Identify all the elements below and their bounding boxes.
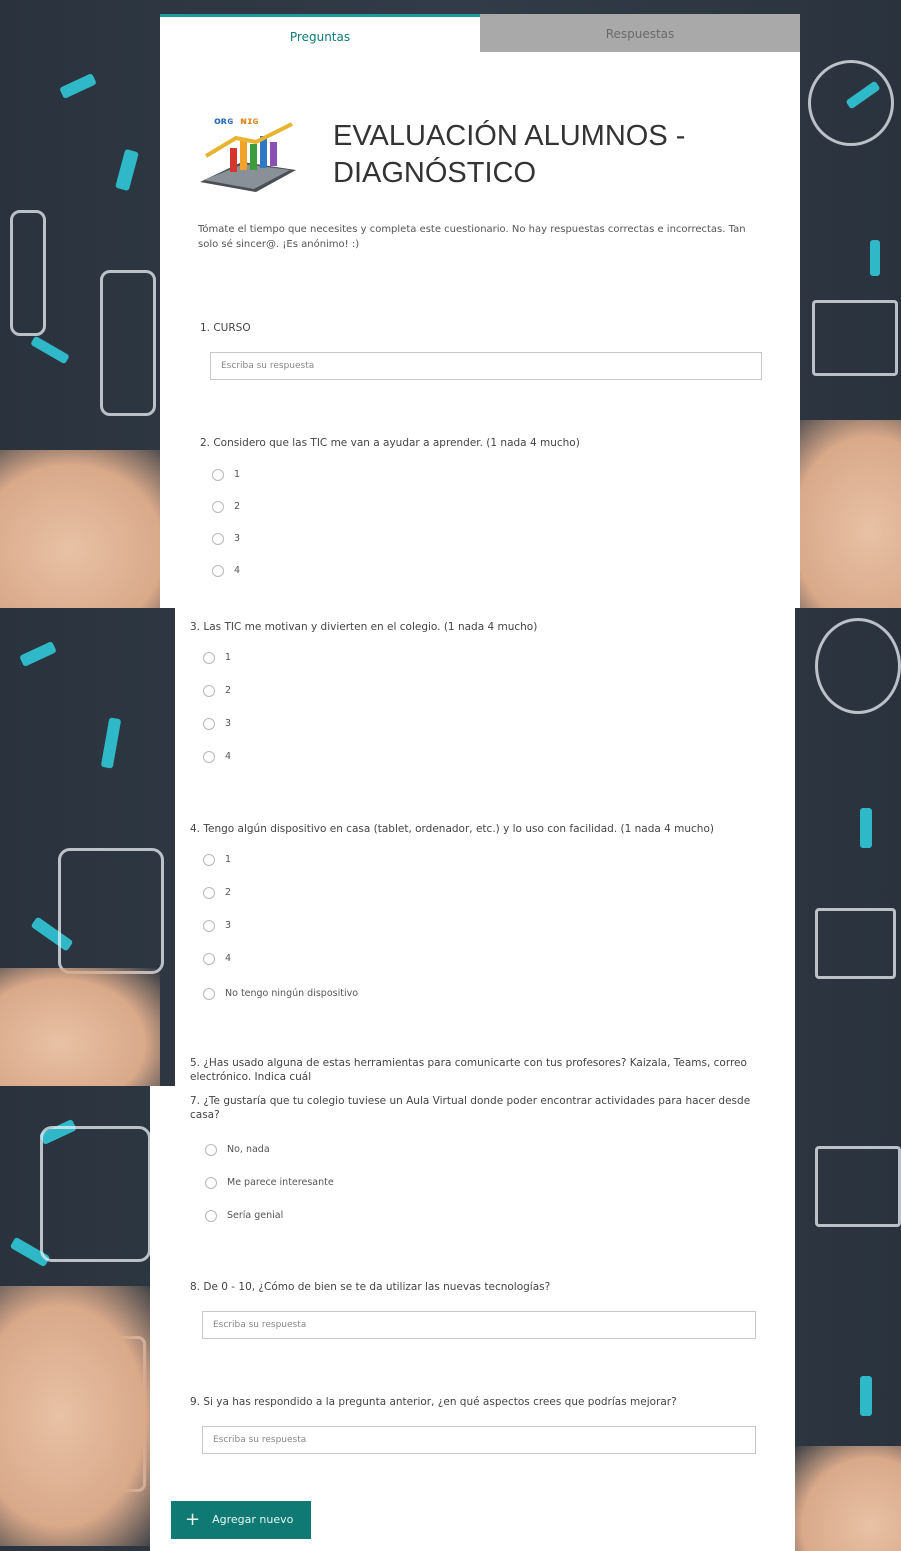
svg-text:ɴɪɢ: ɴɪɢ: [240, 116, 259, 127]
question-1-label: 1. CURSO: [200, 322, 251, 334]
radio-button[interactable]: [203, 987, 215, 1000]
question-2-option[interactable]: 3: [212, 531, 240, 547]
question-4-option[interactable]: 1: [203, 852, 231, 868]
radio-button[interactable]: [212, 500, 224, 513]
question-7-label: 7. ¿Te gustaría que tu colegio tuviese u…: [190, 1095, 751, 1121]
form-description: Tómate el tiempo que necesites y complet…: [198, 224, 746, 250]
question-4-option[interactable]: 4: [203, 951, 231, 967]
question-2-label: 2. Considero que las TIC me van a ayudar…: [200, 437, 580, 449]
radio-button[interactable]: [203, 952, 215, 965]
question-3-option[interactable]: 2: [203, 683, 231, 699]
radio-button[interactable]: [205, 1209, 217, 1222]
question-1-input[interactable]: Escriba su respuesta: [210, 352, 762, 380]
plus-icon: +: [185, 1509, 201, 1530]
radio-button[interactable]: [212, 532, 224, 545]
radio-button[interactable]: [205, 1143, 217, 1156]
question-3-option[interactable]: 4: [203, 749, 231, 765]
question-5-label: 5. ¿Has usado alguna de estas herramient…: [190, 1057, 747, 1083]
radio-button[interactable]: [203, 684, 215, 697]
question-3-option[interactable]: 3: [203, 716, 231, 732]
radio-button[interactable]: [203, 717, 215, 730]
radio-button[interactable]: [203, 853, 215, 866]
question-8-label: 8. De 0 - 10, ¿Cómo de bien se te da uti…: [190, 1281, 551, 1293]
question-7-option[interactable]: Sería genial: [205, 1208, 283, 1224]
radio-button[interactable]: [203, 750, 215, 763]
question-2-option[interactable]: 4: [212, 563, 240, 579]
radio-button[interactable]: [212, 564, 224, 577]
question-4-option[interactable]: No tengo ningún dispositivo: [203, 986, 358, 1002]
svg-text:oʀɢ: oʀɢ: [214, 116, 234, 127]
question-7-option[interactable]: Me parece interesante: [205, 1175, 334, 1191]
question-4-option[interactable]: 3: [203, 918, 231, 934]
question-4-label: 4. Tengo algún dispositivo en casa (tabl…: [190, 823, 714, 835]
question-9-label: 9. Si ya has respondido a la pregunta an…: [190, 1396, 677, 1408]
radio-button[interactable]: [212, 468, 224, 481]
question-2-option[interactable]: 2: [212, 499, 240, 515]
form-logo: oʀɢ ɴɪɢ: [196, 112, 300, 194]
question-2-option[interactable]: 1: [212, 467, 240, 483]
radio-button[interactable]: [203, 886, 215, 899]
question-7-option[interactable]: No, nada: [205, 1142, 270, 1158]
tab-bar: Preguntas Respuestas: [160, 14, 800, 55]
question-3-label: 3. Las TIC me motivan y divierten en el …: [190, 621, 538, 633]
form-panel: [160, 20, 800, 608]
question-3-option[interactable]: 1: [203, 650, 231, 666]
form-title: EVALUACIÓN ALUMNOS - DIAGNÓSTICO: [333, 120, 686, 189]
tab-responses[interactable]: Respuestas: [480, 14, 800, 52]
question-4-option[interactable]: 2: [203, 885, 231, 901]
question-8-input[interactable]: Escriba su respuesta: [202, 1311, 756, 1339]
radio-button[interactable]: [203, 651, 215, 664]
question-9-input[interactable]: Escriba su respuesta: [202, 1426, 756, 1454]
form-panel: [175, 608, 795, 1086]
tab-questions[interactable]: Preguntas: [160, 14, 480, 55]
add-new-button[interactable]: + Agregar nuevo: [171, 1501, 311, 1539]
radio-button[interactable]: [205, 1176, 217, 1189]
radio-button[interactable]: [203, 919, 215, 932]
